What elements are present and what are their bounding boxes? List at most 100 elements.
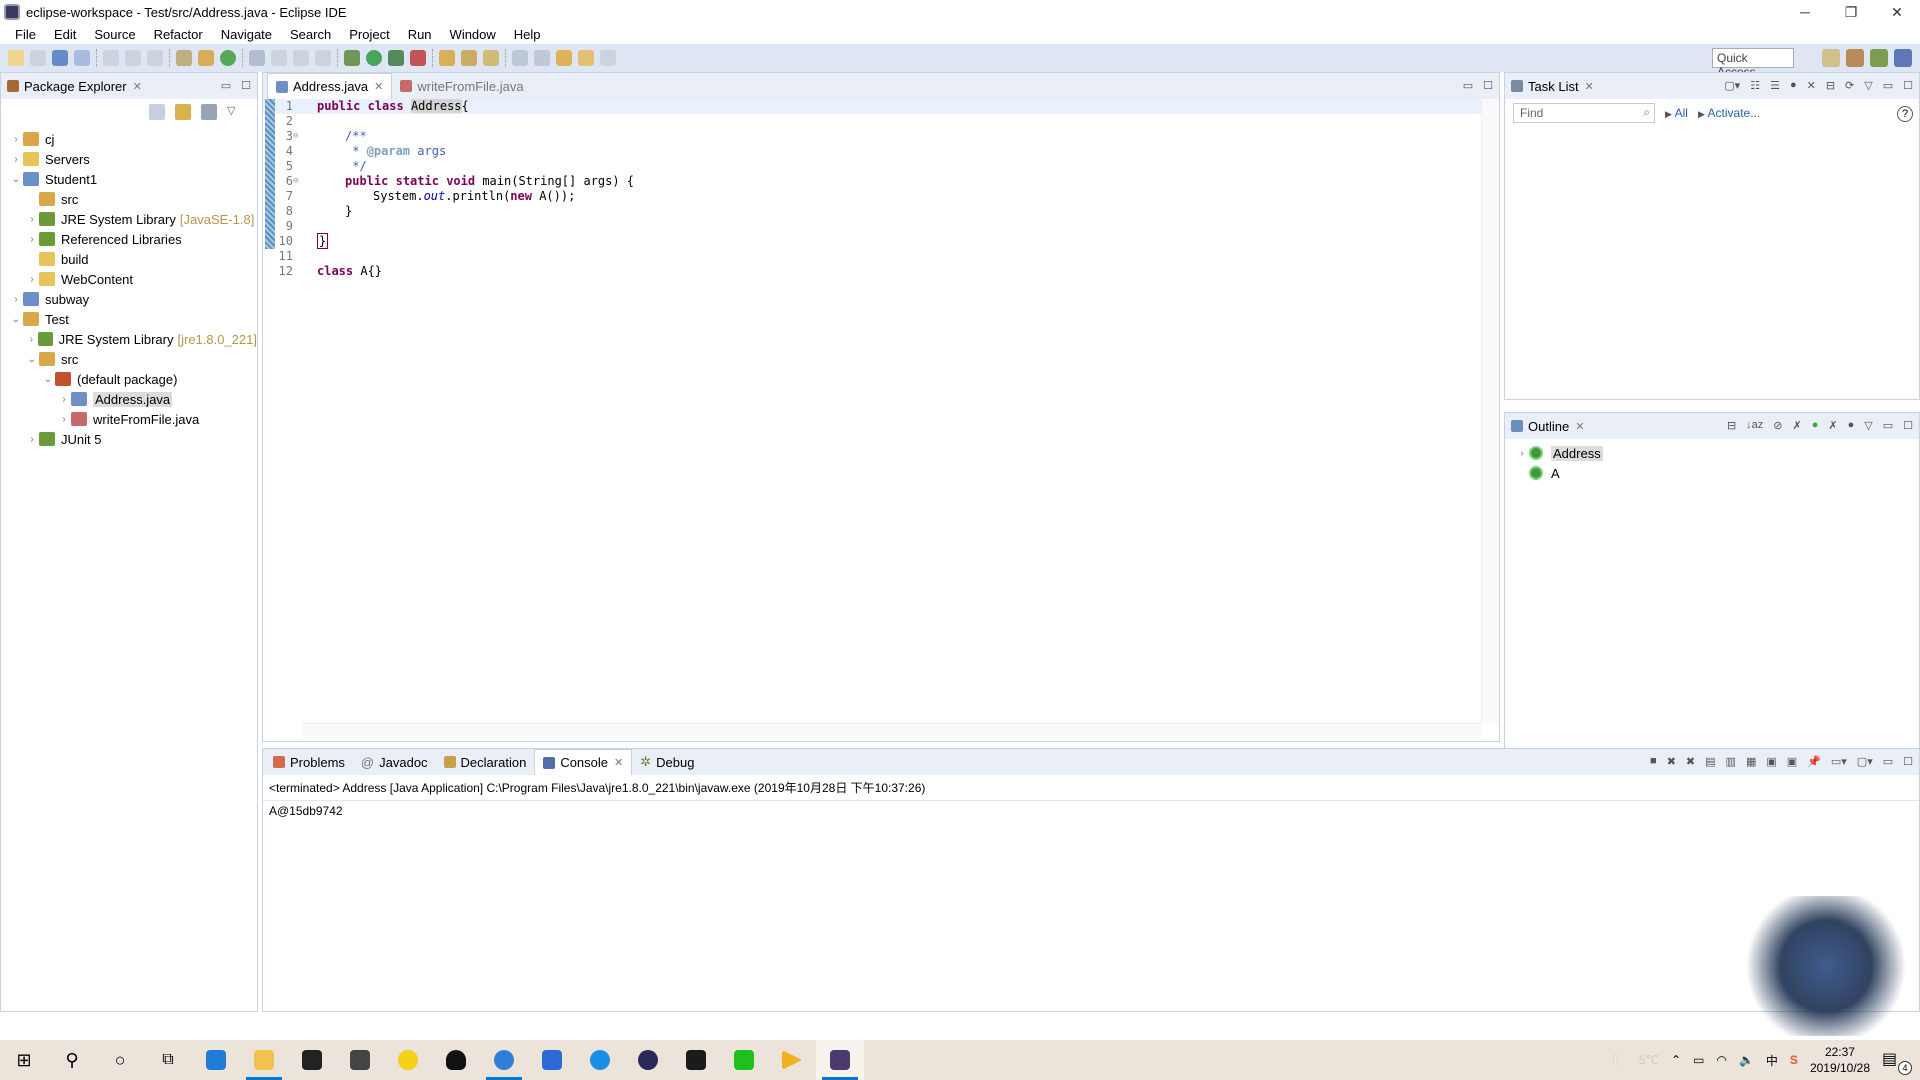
run-icon[interactable]	[366, 50, 382, 66]
open-type-icon[interactable]	[176, 50, 192, 66]
menu-refactor[interactable]: Refactor	[145, 27, 212, 42]
chevron-right-icon[interactable]: ›	[9, 134, 23, 145]
view-menu-icon[interactable]: ▽	[1864, 79, 1872, 92]
collapse-all-icon[interactable]: ⊟	[1727, 419, 1736, 432]
tree-node[interactable]: › subway	[1, 289, 257, 309]
tab-console[interactable]: Console ✕	[534, 749, 633, 775]
cortana-button[interactable]: ○	[96, 1040, 144, 1080]
console-output[interactable]: A@15db9742	[263, 801, 1919, 821]
editor-tab-writefromfile[interactable]: writeFromFile.java	[392, 73, 531, 99]
new-task-icon[interactable]: ▢▾	[1724, 79, 1740, 92]
back-icon[interactable]	[578, 50, 594, 66]
focus-icon[interactable]: ●	[1790, 79, 1797, 92]
new-icon[interactable]	[8, 50, 24, 66]
menu-project[interactable]: Project	[340, 27, 398, 42]
start-button[interactable]: ⊞	[0, 1040, 48, 1080]
desktop-mascot-widget[interactable]	[1736, 896, 1916, 1036]
scroll-lock-icon[interactable]: ▥	[1726, 755, 1736, 768]
tree-node[interactable]: ⌄ Student1	[1, 169, 257, 189]
terminate-icon[interactable]	[147, 50, 163, 66]
chevron-right-icon[interactable]: ›	[57, 394, 71, 405]
focus-icon[interactable]: ●	[1848, 419, 1855, 432]
debug-perspective-icon[interactable]	[1870, 49, 1888, 67]
new-java-package-icon[interactable]	[198, 50, 214, 66]
close-icon[interactable]: ✕	[1575, 420, 1584, 433]
package-explorer-tab[interactable]: Package Explorer ✕ ▭ ☐	[1, 73, 257, 99]
menu-run[interactable]: Run	[399, 27, 441, 42]
chevron-down-icon[interactable]: ⌄	[9, 314, 23, 325]
hide-local-types-icon[interactable]: ✗	[1828, 419, 1837, 432]
menu-file[interactable]: File	[6, 27, 45, 42]
next-annotation-icon[interactable]	[512, 50, 528, 66]
taskbar-qq-music[interactable]	[384, 1040, 432, 1080]
minimize-button[interactable]: ─	[1782, 0, 1828, 24]
tree-node[interactable]: src	[1, 189, 257, 209]
hide-completed-icon[interactable]: ✕	[1807, 79, 1816, 92]
weather-moon-icon[interactable]: ☾	[1611, 1050, 1627, 1071]
new-class-icon[interactable]	[220, 50, 236, 66]
tree-node[interactable]: build	[1, 249, 257, 269]
tab-problems[interactable]: Problems	[265, 749, 353, 775]
minimize-icon[interactable]: ▭	[1463, 79, 1473, 92]
show-hidden-icons-button[interactable]: ⌃	[1671, 1053, 1681, 1067]
java-ee-perspective-icon[interactable]	[1846, 49, 1864, 67]
taskbar-mail[interactable]	[336, 1040, 384, 1080]
block-selection-icon[interactable]	[293, 50, 309, 66]
chevron-right-icon[interactable]: ›	[57, 414, 71, 425]
tree-node[interactable]: ⌄ Test	[1, 309, 257, 329]
scheduled-icon[interactable]: ☰	[1770, 79, 1780, 92]
chevron-right-icon[interactable]: ›	[25, 214, 39, 225]
external-tools-icon[interactable]	[410, 50, 426, 66]
maximize-icon[interactable]: ☐	[1903, 755, 1913, 768]
task-list-tab[interactable]: Task List ✕ ▢▾ ☷ ☰ ● ✕ ⊟ ⟳ ▽ ▭ ☐	[1505, 73, 1919, 99]
coverage-icon[interactable]	[388, 50, 404, 66]
annotation-icon[interactable]	[483, 50, 499, 66]
task-view-button[interactable]: ⧉	[144, 1040, 192, 1080]
action-center-button[interactable]: ▤ 4	[1882, 1049, 1912, 1075]
tree-node[interactable]: › Address.java	[1, 389, 257, 409]
chevron-down-icon[interactable]: ⌄	[25, 354, 39, 365]
chevron-down-icon[interactable]: ⌄	[9, 174, 23, 185]
toggle-mark-icon[interactable]	[271, 50, 287, 66]
open-console-icon[interactable]: ▢▾	[1857, 755, 1873, 768]
editor-tab-address[interactable]: Address.java ✕	[267, 73, 393, 99]
maximize-icon[interactable]: ☐	[1483, 79, 1493, 92]
chevron-right-icon[interactable]: ›	[25, 334, 38, 345]
outline-item-a[interactable]: A	[1505, 463, 1919, 483]
print-icon[interactable]	[74, 50, 90, 66]
collapse-all-icon[interactable]: ⊟	[1826, 79, 1835, 92]
expand-arrow-icon[interactable]: ›	[1515, 448, 1529, 459]
close-icon[interactable]: ✕	[374, 80, 383, 93]
last-edit-location-icon[interactable]	[556, 50, 572, 66]
view-menu-icon[interactable]: ▽	[1864, 419, 1872, 432]
code-editor[interactable]: 1 public class Address{ 2 3 ⊖/** 4 * @para…	[263, 99, 1499, 723]
menu-search[interactable]: Search	[281, 27, 340, 42]
taskbar-eclipse[interactable]	[624, 1040, 672, 1080]
tree-node[interactable]: › Servers	[1, 149, 257, 169]
terminate-icon[interactable]: ■	[1650, 755, 1657, 768]
tree-node[interactable]: › JRE System Library [jre1.8.0_221]	[1, 329, 257, 349]
close-icon[interactable]: ✕	[614, 756, 623, 769]
show-on-stderr-icon[interactable]: ▣	[1787, 755, 1797, 768]
open-perspective-icon[interactable]	[1822, 49, 1840, 67]
tree-node[interactable]: › JUnit 5	[1, 429, 257, 449]
taskbar-app-g[interactable]	[672, 1040, 720, 1080]
hide-fields-icon[interactable]: ⊘	[1773, 419, 1782, 432]
quick-access-input[interactable]: Quick Access	[1712, 48, 1794, 79]
open-folder-icon[interactable]	[439, 50, 455, 66]
minimize-icon[interactable]: ▭	[221, 79, 231, 92]
search-button[interactable]: ⚲	[48, 1040, 96, 1080]
taskbar-sogou-browser[interactable]	[480, 1040, 528, 1080]
maximize-icon[interactable]: ☐	[1903, 419, 1913, 432]
menu-window[interactable]: Window	[441, 27, 505, 42]
tree-node[interactable]: › WebContent	[1, 269, 257, 289]
ime-indicator[interactable]: 中	[1766, 1052, 1778, 1069]
editor-vertical-scrollbar[interactable]	[1481, 99, 1499, 723]
menu-help[interactable]: Help	[505, 27, 550, 42]
tab-debug[interactable]: ✲ Debug	[632, 749, 702, 775]
tree-node[interactable]: › JRE System Library [JavaSE-1.8]	[1, 209, 257, 229]
show-whitespace-icon[interactable]	[315, 50, 331, 66]
display-console-icon[interactable]: ▭▾	[1831, 755, 1847, 768]
hide-static-icon[interactable]: ✗	[1793, 419, 1802, 432]
chevron-right-icon[interactable]: ›	[25, 234, 39, 245]
